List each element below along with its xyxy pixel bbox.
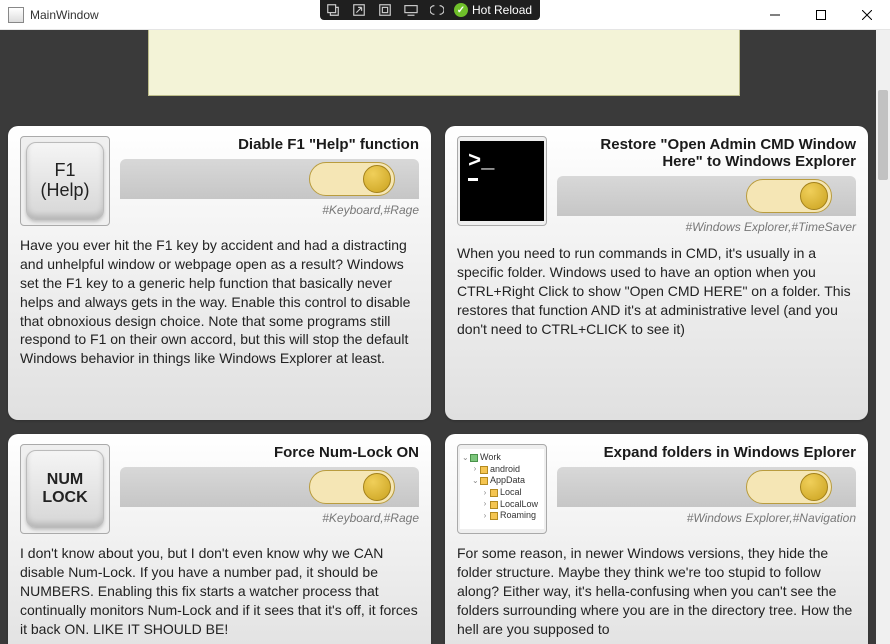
card-body: For some reason, in newer Windows versio… [457, 544, 856, 638]
card-title: Expand folders in Windows Eplorer [557, 444, 856, 461]
f1-key-icon: F1 (Help) [20, 136, 110, 226]
toggle-track [120, 467, 419, 507]
toggle-switch[interactable] [309, 162, 395, 196]
toggle-switch[interactable] [746, 470, 832, 504]
folder-tree-icon: ⌄Work ›android ⌄AppData ›Local ›LocalLow… [457, 444, 547, 534]
card-tags: #Windows Explorer,#TimeSaver [557, 220, 856, 234]
toggle-track [557, 176, 856, 216]
debug-btn-4[interactable] [398, 0, 424, 20]
debug-btn-2[interactable] [346, 0, 372, 20]
maximize-button[interactable] [798, 0, 844, 30]
scrollbar-thumb[interactable] [878, 90, 888, 180]
close-button[interactable] [844, 0, 890, 30]
debug-btn-3[interactable] [372, 0, 398, 20]
vertical-scrollbar[interactable] [876, 30, 890, 644]
card-disable-f1: F1 (Help) Diable F1 "Help" function #Key… [8, 126, 431, 420]
card-title: Force Num-Lock ON [120, 444, 419, 461]
card-admin-cmd: >_ Restore "Open Admin CMD Window Here" … [445, 126, 868, 420]
card-tags: #Keyboard,#Rage [120, 203, 419, 217]
card-title: Restore "Open Admin CMD Window Here" to … [557, 136, 856, 170]
window-title: MainWindow [30, 8, 99, 22]
banner [148, 30, 740, 96]
toggle-switch[interactable] [746, 179, 832, 213]
cmd-icon: >_ [457, 136, 547, 226]
card-tags: #Keyboard,#Rage [120, 511, 419, 525]
toggle-switch[interactable] [309, 470, 395, 504]
toggle-track [120, 159, 419, 199]
hot-reload-button[interactable]: ✓ Hot Reload [450, 0, 540, 20]
debug-btn-5[interactable] [424, 0, 450, 20]
card-title: Diable F1 "Help" function [120, 136, 419, 153]
card-body: When you need to run commands in CMD, it… [457, 244, 856, 338]
debug-toolbar: ✓ Hot Reload [320, 0, 540, 20]
card-body: I don't know about you, but I don't even… [20, 544, 419, 638]
card-numlock: NUM LOCK Force Num-Lock ON #Keyboard,#Ra… [8, 434, 431, 644]
card-expand-folders: ⌄Work ›android ⌄AppData ›Local ›LocalLow… [445, 434, 868, 644]
card-body: Have you ever hit the F1 key by accident… [20, 236, 419, 368]
client-area: F1 (Help) Diable F1 "Help" function #Key… [0, 30, 876, 644]
debug-btn-1[interactable] [320, 0, 346, 20]
toggle-track [557, 467, 856, 507]
check-icon: ✓ [454, 3, 468, 17]
numlock-key-icon: NUM LOCK [20, 444, 110, 534]
card-tags: #Windows Explorer,#Navigation [557, 511, 856, 525]
app-icon [8, 7, 24, 23]
minimize-button[interactable] [752, 0, 798, 30]
card-grid: F1 (Help) Diable F1 "Help" function #Key… [8, 126, 868, 644]
hot-reload-label: Hot Reload [472, 3, 532, 17]
